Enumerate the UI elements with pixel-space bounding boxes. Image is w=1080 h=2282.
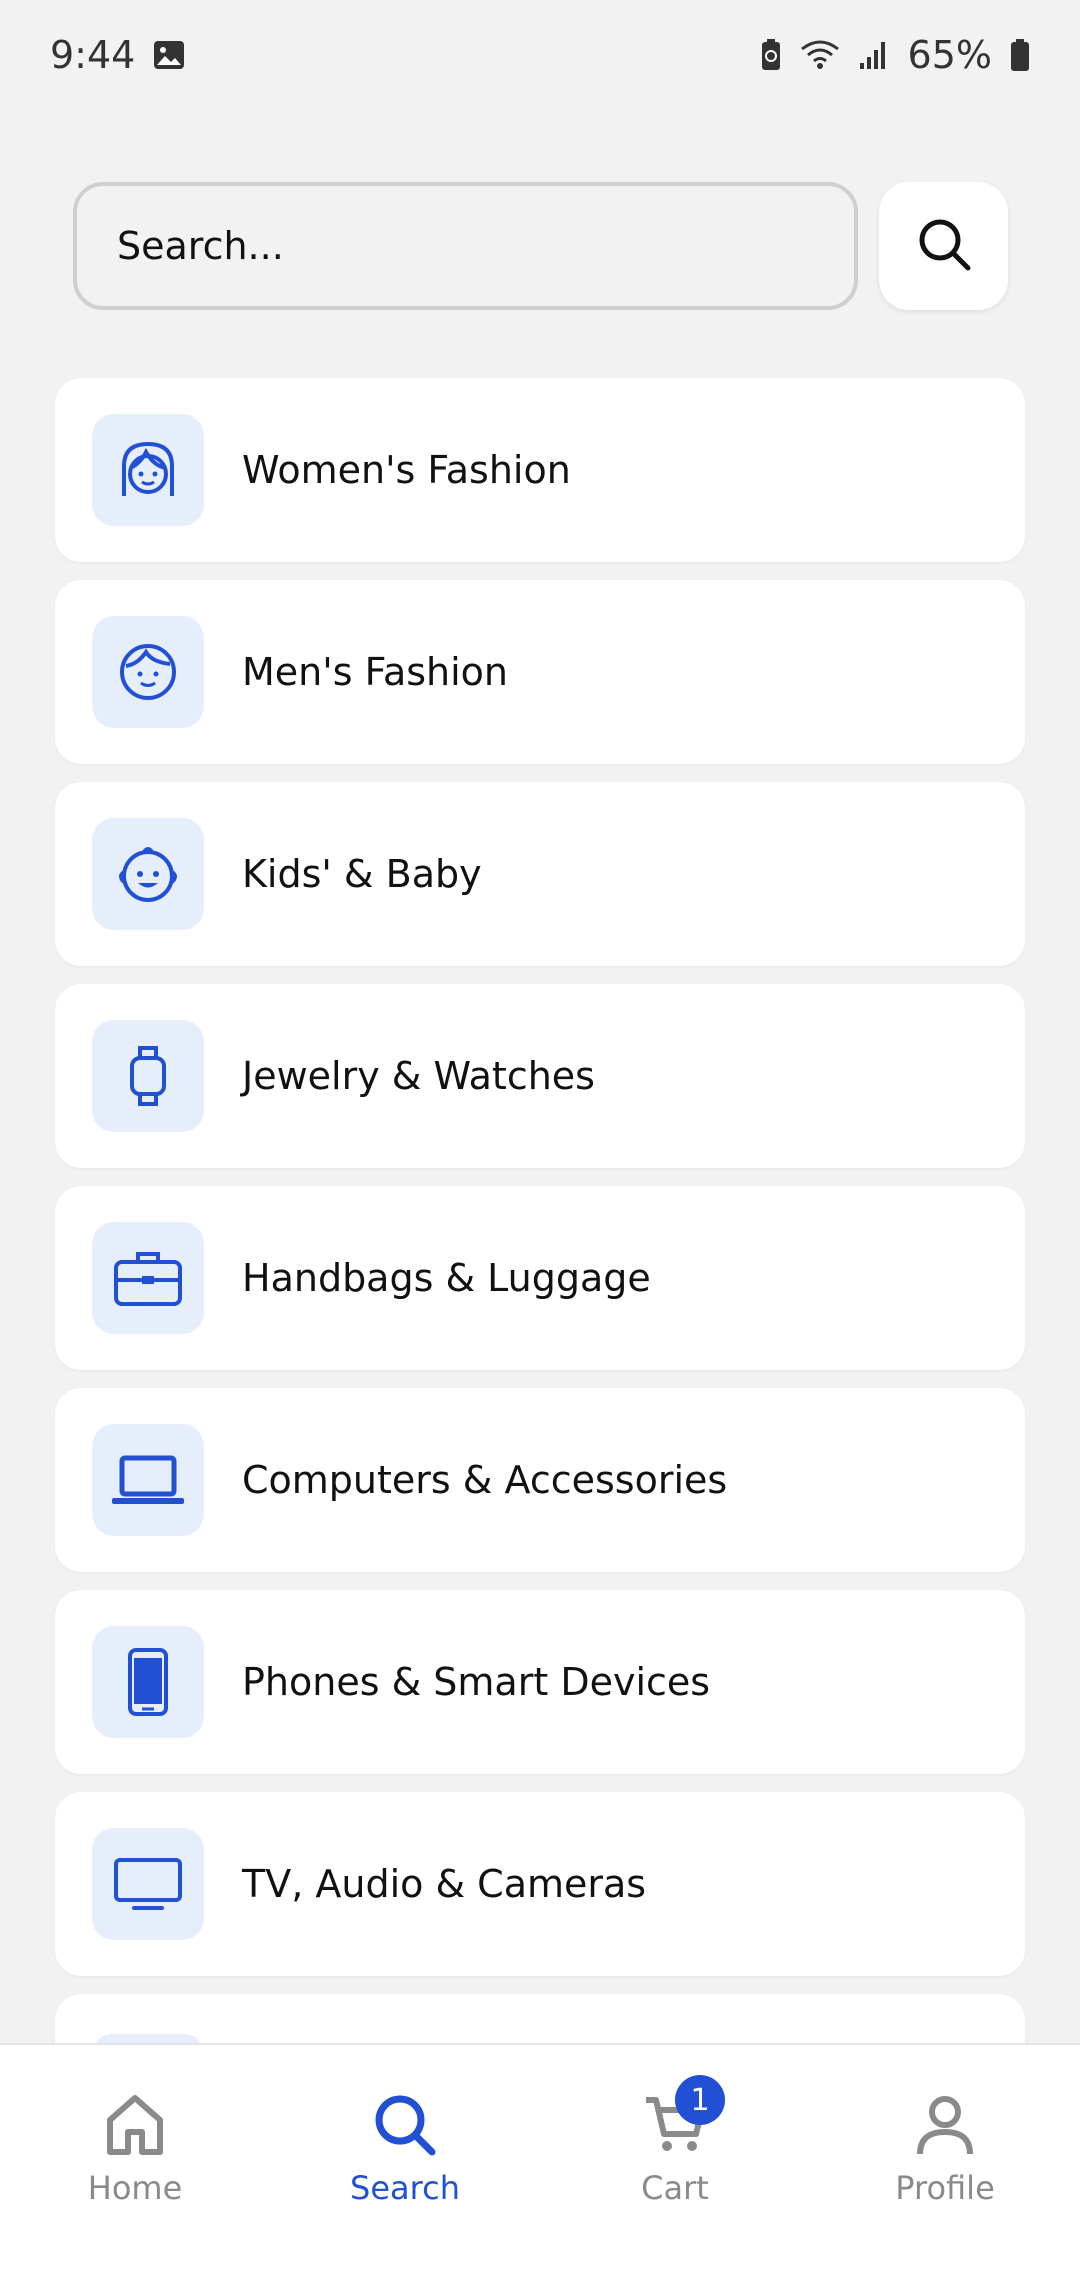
cart-count-badge: 1 — [675, 2075, 725, 2125]
laptop-icon — [112, 1455, 184, 1504]
nav-cart-label: Cart — [641, 2169, 709, 2207]
category-label: Jewelry & Watches — [242, 1054, 595, 1098]
signal-icon — [858, 39, 890, 71]
category-label: Phones & Smart Devices — [242, 1660, 711, 1704]
category-label: Computers & Accessories — [242, 1458, 728, 1502]
battery-percent: 65% — [907, 33, 992, 77]
search-icon — [375, 2095, 436, 2156]
man-icon — [120, 644, 176, 700]
nav-search-label: Search — [350, 2169, 460, 2207]
nav-cart[interactable]: 1 Cart — [540, 2045, 810, 2282]
category-icon-box — [92, 1828, 204, 1940]
category-card-jewelry-watches[interactable]: Jewelry & Watches — [55, 984, 1025, 1168]
category-icon-box — [92, 1222, 204, 1334]
category-card-computers-accessories[interactable]: Computers & Accessories — [55, 1388, 1025, 1572]
nav-icon-wrap: 1 — [637, 2075, 725, 2163]
category-icon-box — [92, 414, 204, 526]
category-card-tv-audio-cameras[interactable]: TV, Audio & Cameras — [55, 1792, 1025, 1976]
category-list: Women's Fashion Men's Fashion Kids' & Ba… — [55, 378, 1025, 2072]
nav-profile-label: Profile — [895, 2169, 995, 2207]
status-right: 65% — [760, 33, 1030, 77]
category-label: TV, Audio & Cameras — [242, 1862, 647, 1906]
category-icon-box — [92, 616, 204, 728]
nav-icon-wrap — [907, 2087, 983, 2163]
wifi-icon — [800, 39, 840, 71]
smartphone-icon — [128, 1648, 168, 1716]
nav-icon-wrap — [97, 2087, 173, 2163]
category-label: Handbags & Luggage — [242, 1256, 651, 1300]
nav-home-label: Home — [87, 2169, 183, 2207]
category-icon-box — [92, 1020, 204, 1132]
search-button[interactable] — [879, 182, 1008, 310]
briefcase-icon — [114, 1252, 182, 1306]
category-label: Kids' & Baby — [242, 852, 482, 896]
battery-saver-icon — [760, 38, 782, 72]
category-icon-box — [92, 818, 204, 930]
home-icon — [107, 2095, 163, 2155]
baby-icon — [119, 847, 177, 902]
category-icon-box — [92, 1626, 204, 1738]
status-left: 9:44 — [50, 33, 185, 77]
nav-home[interactable]: Home — [0, 2045, 270, 2282]
category-card-handbags-luggage[interactable]: Handbags & Luggage — [55, 1186, 1025, 1370]
user-icon — [917, 2096, 973, 2155]
search-icon — [914, 214, 974, 278]
category-card-kids-baby[interactable]: Kids' & Baby — [55, 782, 1025, 966]
category-label: Women's Fashion — [242, 448, 571, 492]
category-card-womens-fashion[interactable]: Women's Fashion — [55, 378, 1025, 562]
nav-icon-wrap — [367, 2087, 443, 2163]
battery-icon — [1010, 38, 1030, 72]
tv-icon — [114, 1858, 182, 1910]
category-card-phones-smart-devices[interactable]: Phones & Smart Devices — [55, 1590, 1025, 1774]
category-label: Men's Fashion — [242, 650, 508, 694]
nav-profile[interactable]: Profile — [810, 2045, 1080, 2282]
status-time: 9:44 — [50, 33, 136, 77]
woman-icon — [122, 441, 174, 496]
bottom-nav: Home Search 1 Cart Profile — [0, 2043, 1080, 2282]
category-card-mens-fashion[interactable]: Men's Fashion — [55, 580, 1025, 764]
gallery-notification-icon — [153, 40, 185, 70]
search-field[interactable] — [73, 182, 858, 310]
nav-search[interactable]: Search — [270, 2045, 540, 2282]
search-row — [73, 182, 1008, 310]
watch-icon — [130, 1046, 166, 1106]
search-input[interactable] — [115, 223, 854, 269]
status-bar: 9:44 65% — [0, 0, 1080, 110]
category-icon-box — [92, 1424, 204, 1536]
